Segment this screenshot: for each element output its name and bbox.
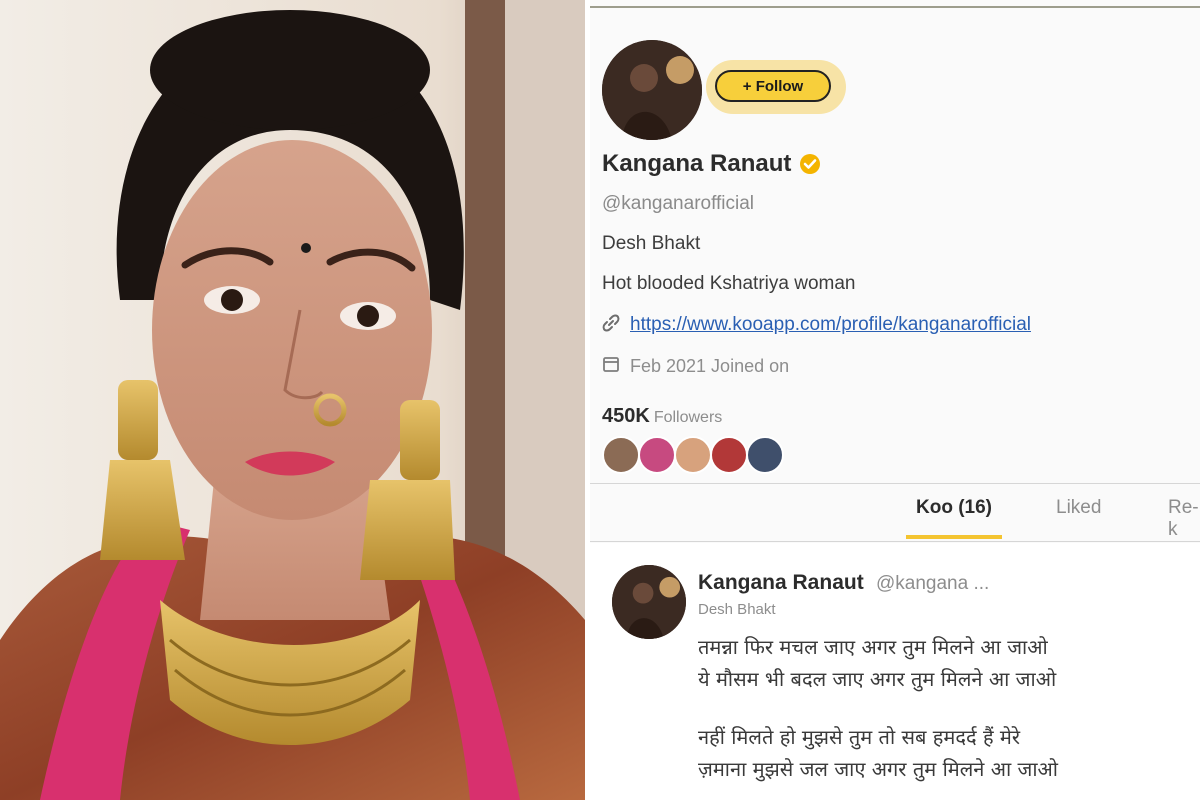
profile-photo-portrait bbox=[0, 0, 585, 800]
post-text-line: नहीं मिलते हो मुझसे तुम तो सब हमदर्द हैं… bbox=[698, 725, 1021, 749]
profile-bio-line-2: Hot blooded Kshatriya woman bbox=[602, 273, 856, 294]
tab-koo[interactable]: Koo (16) bbox=[916, 497, 992, 519]
joined-text: Feb 2021 Joined on bbox=[630, 356, 790, 376]
followers-count: 450K bbox=[602, 405, 650, 427]
followers-summary[interactable]: 450K Followers bbox=[602, 405, 722, 428]
post-text-line: तमन्ना फिर मचल जाए अगर तुम मिलने आ जाओ bbox=[698, 635, 1048, 659]
profile-bio-line-1: Desh Bhakt bbox=[602, 233, 701, 254]
divider bbox=[590, 541, 1200, 542]
follower-avatar bbox=[710, 436, 748, 474]
verified-badge-icon bbox=[799, 153, 821, 175]
tab-liked[interactable]: Liked bbox=[1056, 497, 1101, 519]
post-author-handle: @kangana ... bbox=[876, 573, 990, 594]
follower-avatar bbox=[602, 436, 640, 474]
calendar-icon bbox=[602, 355, 620, 378]
follower-avatar bbox=[638, 436, 676, 474]
profile-tabs: Koo (16) Liked Re-k bbox=[590, 497, 1200, 541]
koo-post[interactable]: Kangana Ranaut @kangana ... Desh Bhakt त… bbox=[590, 543, 1200, 800]
divider bbox=[590, 483, 1200, 484]
followers-label: Followers bbox=[653, 409, 723, 426]
profile-panel: + Follow Kangana Ranaut @kanganarofficia… bbox=[590, 0, 1200, 800]
follow-button[interactable]: + Follow bbox=[715, 70, 831, 102]
active-tab-indicator bbox=[906, 535, 1002, 539]
profile-link[interactable]: https://www.kooapp.com/profile/kanganaro… bbox=[630, 314, 1031, 336]
follower-avatar bbox=[674, 436, 712, 474]
profile-name: Kangana Ranaut bbox=[602, 150, 792, 177]
follower-avatar bbox=[746, 436, 784, 474]
link-icon bbox=[602, 314, 620, 336]
post-text-line: ज़माना मुझसे जल जाए अगर तुम मिलने आ जाओ bbox=[698, 757, 1058, 781]
post-author-bio: Desh Bhakt bbox=[698, 601, 776, 618]
tab-rekoo[interactable]: Re-k bbox=[1168, 497, 1200, 541]
post-author-name[interactable]: Kangana Ranaut bbox=[698, 571, 864, 595]
joined-row: Feb 2021 Joined on bbox=[602, 355, 789, 378]
post-avatar[interactable] bbox=[612, 565, 686, 639]
top-border bbox=[590, 6, 1200, 8]
profile-link-row: https://www.kooapp.com/profile/kanganaro… bbox=[602, 314, 1031, 336]
follower-avatars[interactable] bbox=[602, 436, 784, 474]
profile-handle: @kanganarofficial bbox=[602, 193, 755, 214]
post-text-line: ये मौसम भी बदल जाए अगर तुम मिलने आ जाओ bbox=[698, 667, 1057, 691]
profile-avatar[interactable] bbox=[602, 40, 702, 140]
follow-button-highlight: + Follow bbox=[706, 60, 846, 114]
profile-name-row: Kangana Ranaut bbox=[602, 150, 821, 178]
